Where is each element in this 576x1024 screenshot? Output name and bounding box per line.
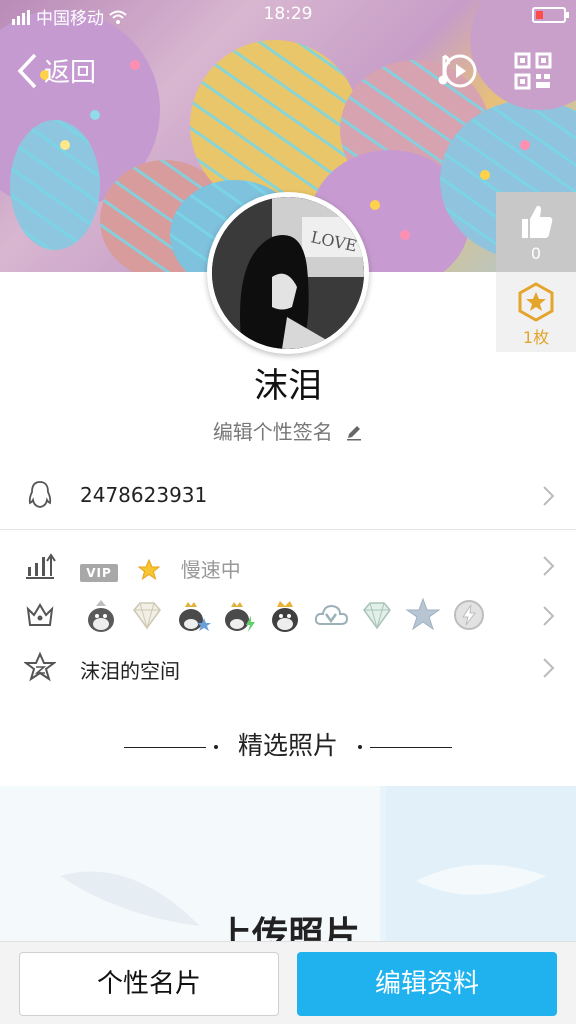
thumbs-up-icon [522, 205, 553, 238]
chevron-right-icon [543, 658, 555, 678]
back-button[interactable]: 返回 [16, 52, 96, 89]
status-time: 18:29 [263, 4, 313, 24]
feather-icon [416, 864, 546, 895]
chevron-left-icon [17, 53, 37, 88]
upload-photo-label: 上传照片 [215, 915, 360, 941]
qq-number: 2478623931 [80, 483, 208, 507]
cloud-v-icon [312, 596, 350, 634]
star-outline-icon [24, 651, 56, 682]
qq-number-row[interactable]: 2478623931 [0, 465, 576, 525]
medal-list [82, 596, 488, 634]
photo-upload-area[interactable]: 上传照片 [0, 786, 576, 941]
like-count: 0 [530, 244, 542, 263]
section-header: 精选照片 [0, 726, 576, 762]
edit-profile-button[interactable]: 编辑资料 [297, 952, 557, 1016]
star-badge-icon [518, 282, 554, 322]
profile-card-button[interactable]: 个性名片 [19, 952, 279, 1016]
diamond-icon [128, 596, 166, 634]
level-info: VIP 慢速中 [80, 554, 241, 583]
badge-count: 1枚 [522, 328, 550, 347]
battery-icon [532, 7, 569, 23]
space-row[interactable]: 沫泪的空间 [0, 637, 576, 697]
penguin-star-icon [174, 596, 212, 634]
profile-name: 沫泪 [254, 366, 322, 406]
crown-icon [26, 603, 54, 626]
penguin-crown-icon [266, 596, 304, 634]
music-play-icon[interactable] [438, 52, 480, 90]
back-label: 返回 [44, 58, 97, 88]
chevron-right-icon [543, 486, 555, 506]
divider [0, 529, 576, 530]
qr-code-icon[interactable] [514, 52, 552, 90]
penguin-silver-icon [82, 596, 120, 634]
avatar-image: LOVE [212, 197, 364, 349]
space-label: 沫泪的空间 [80, 659, 180, 683]
status-bar: 中国移动 18:29 [0, 0, 576, 30]
level-chart-icon [26, 553, 56, 579]
speed-status: 慢速中 [180, 558, 241, 582]
chevron-right-icon [543, 606, 555, 626]
cake-pop [10, 120, 100, 250]
star-icon [404, 596, 442, 634]
chevron-right-icon [543, 556, 555, 576]
badge-button[interactable]: 1枚 [496, 274, 576, 352]
avatar[interactable]: LOVE [207, 192, 369, 354]
bottom-action-bar: 个性名片 编辑资料 [0, 941, 576, 1024]
lightning-gray-icon [450, 596, 488, 634]
side-widget: 0 1枚 [496, 192, 576, 352]
diamond-green-icon [358, 596, 396, 634]
pencil-icon [347, 426, 362, 441]
star-icon [137, 558, 161, 581]
penguin-outline-icon [28, 481, 52, 508]
signature-edit[interactable]: 编辑个性签名 [0, 416, 576, 445]
penguin-lightning-icon [220, 596, 258, 634]
like-button[interactable]: 0 [496, 192, 576, 272]
signature-label: 编辑个性签名 [212, 420, 333, 444]
section-title: 精选照片 [237, 731, 338, 760]
vip-badge: VIP [80, 564, 118, 582]
